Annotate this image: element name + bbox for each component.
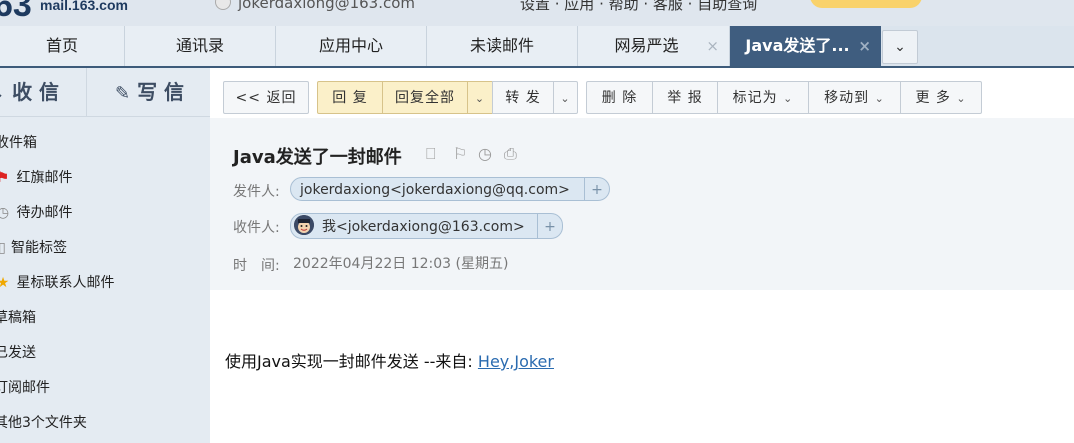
tab-label: Java发送了... xyxy=(745,36,850,55)
folder-todo[interactable]: ◷ 待办邮件 xyxy=(0,196,72,231)
avatar xyxy=(294,215,314,235)
clock-icon: ◷ xyxy=(0,205,10,221)
more-label: 更 多 xyxy=(915,90,951,106)
folder-sent[interactable]: 已发送 xyxy=(0,336,36,371)
recipient-chip[interactable]: 我<jokerdaxiong@163.com> + xyxy=(290,213,563,239)
reply-all-button[interactable]: 回复全部 xyxy=(382,81,468,114)
folder-label: 收件箱 xyxy=(0,135,37,151)
tab-home[interactable]: 首页 xyxy=(0,26,125,66)
folder-label: 星标联系人邮件 xyxy=(16,275,115,291)
add-contact-icon[interactable]: + xyxy=(537,214,562,238)
folder-inbox[interactable]: 收件箱 xyxy=(0,126,37,161)
print-icon[interactable]: ⎙ xyxy=(504,144,517,164)
clock-icon[interactable]: ◷ xyxy=(478,144,492,163)
from-label: 发件人: xyxy=(233,184,280,200)
tab-label: 应用中心 xyxy=(318,36,383,55)
folder-starred-contacts[interactable]: ★ 星标联系人邮件 xyxy=(0,266,114,301)
promo-pill[interactable] xyxy=(810,0,922,8)
tab-label: 通讯录 xyxy=(175,36,224,55)
to-label: 收件人: xyxy=(233,220,280,236)
bookmark-icon[interactable]: ⎕ xyxy=(426,144,436,164)
chevron-down-icon: ⌄ xyxy=(560,92,571,105)
compose-bar: ⇣ 收 信 ✎ 写 信 xyxy=(0,68,210,117)
write-button[interactable]: ✎ 写 信 xyxy=(86,68,210,116)
folder-red-flag[interactable]: ⚑ 红旗邮件 xyxy=(0,161,72,196)
user-icon xyxy=(215,0,231,10)
folder-label: 草稿箱 xyxy=(0,310,36,326)
receive-icon: ⇣ xyxy=(0,83,5,104)
folder-drafts[interactable]: 草稿箱 xyxy=(0,301,36,336)
time-value: 2022年04月22日 12:03 (星期五) xyxy=(293,256,509,272)
forward-label: 转 发 xyxy=(505,90,541,106)
recipient-address: 我<jokerdaxiong@163.com> xyxy=(322,219,525,235)
tab-label: 网易严选 xyxy=(614,36,679,55)
user-email[interactable]: jokerdaxiong@163.com xyxy=(238,0,415,12)
folder-label: 待办邮件 xyxy=(16,205,73,221)
tab-label: 首页 xyxy=(45,36,78,55)
tab-yanxuan[interactable]: 网易严选 × xyxy=(578,26,730,66)
chevron-down-icon: ⌄ xyxy=(783,92,794,105)
delete-label: 删 除 xyxy=(601,90,638,106)
mark-as-button[interactable]: 标记为 ⌄ xyxy=(717,81,809,114)
folder-label: 其他3个文件夹 xyxy=(0,415,87,431)
move-to-label: 移动到 xyxy=(824,90,870,106)
tab-unread[interactable]: 未读邮件 xyxy=(427,26,578,66)
sender-chip[interactable]: jokerdaxiong<jokerdaxiong@qq.com> + xyxy=(290,177,610,201)
folder-subscriptions[interactable]: 订阅邮件 xyxy=(0,371,50,406)
tab-contacts[interactable]: 通讯录 xyxy=(125,26,276,66)
folder-label: 红旗邮件 xyxy=(16,170,73,186)
report-label: 举 报 xyxy=(667,90,703,106)
logo-text[interactable]: mail.163.com xyxy=(40,0,128,13)
mark-as-label: 标记为 xyxy=(732,90,778,106)
red-flag-icon: ⚑ xyxy=(0,170,10,186)
receive-label: 收 信 xyxy=(12,80,60,104)
sender-address: jokerdaxiong<jokerdaxiong@qq.com> xyxy=(300,182,570,198)
report-button[interactable]: 举 报 xyxy=(652,81,718,114)
back-button[interactable]: << 返回 xyxy=(223,81,309,114)
forward-dropdown[interactable]: ⌄ xyxy=(553,81,578,114)
chevron-down-icon: ⌄ xyxy=(956,92,967,105)
folder-label: 智能标签 xyxy=(11,240,67,256)
message-subject: Java发送了一封邮件 xyxy=(233,147,402,168)
tab-current-mail[interactable]: Java发送了... × xyxy=(730,26,881,66)
delete-button[interactable]: 删 除 xyxy=(586,81,653,114)
back-label: << 返回 xyxy=(235,90,297,106)
write-label: 写 信 xyxy=(137,80,185,104)
folder-smart-tags[interactable]: ▯ 智能标签 xyxy=(0,231,67,266)
top-links[interactable]: 设置 · 应用 · 帮助 · 客服 · 自助查询 xyxy=(520,0,757,14)
reply-label: 回 复 xyxy=(332,90,368,106)
pencil-icon: ✎ xyxy=(115,83,131,104)
receive-button[interactable]: ⇣ 收 信 xyxy=(0,68,78,116)
close-icon[interactable]: × xyxy=(706,26,719,66)
folder-label: 已发送 xyxy=(0,345,36,361)
chevron-down-icon: ⌄ xyxy=(874,92,885,105)
folder-other[interactable]: 其他3个文件夹 xyxy=(0,406,87,441)
reply-all-label: 回复全部 xyxy=(395,90,455,106)
tab-more-button[interactable]: ⌄ xyxy=(882,30,918,64)
tab-app-center[interactable]: 应用中心 xyxy=(276,26,427,66)
more-button[interactable]: 更 多 ⌄ xyxy=(900,81,982,114)
body-text: 使用Java实现一封邮件发送 --来自: xyxy=(225,352,478,371)
time-label: 时 间: xyxy=(233,258,280,274)
flag-icon[interactable]: ⚐ xyxy=(453,144,467,163)
tab-label: 未读邮件 xyxy=(469,36,534,55)
tab-bar: 首页 通讯录 应用中心 未读邮件 网易严选 × Java发送了... × ⌄ xyxy=(0,26,1074,68)
logo-number: 63 xyxy=(0,0,32,24)
close-icon[interactable]: × xyxy=(858,26,871,66)
body-link[interactable]: Hey,Joker xyxy=(478,352,554,371)
star-icon: ★ xyxy=(0,275,10,291)
folder-label: 订阅邮件 xyxy=(0,380,50,396)
add-contact-icon[interactable]: + xyxy=(584,178,609,200)
tag-icon: ▯ xyxy=(0,240,6,256)
reply-button[interactable]: 回 复 xyxy=(317,81,383,114)
chevron-down-icon: ⌄ xyxy=(474,92,486,105)
move-to-button[interactable]: 移动到 ⌄ xyxy=(808,81,901,114)
top-header: 63 mail.163.com jokerdaxiong@163.com 设置 … xyxy=(0,0,1074,26)
message-body: 使用Java实现一封邮件发送 --来自: Hey,Joker xyxy=(225,348,554,372)
forward-button[interactable]: 转 发 xyxy=(492,81,554,114)
reply-all-dropdown[interactable]: ⌄ xyxy=(467,81,493,114)
